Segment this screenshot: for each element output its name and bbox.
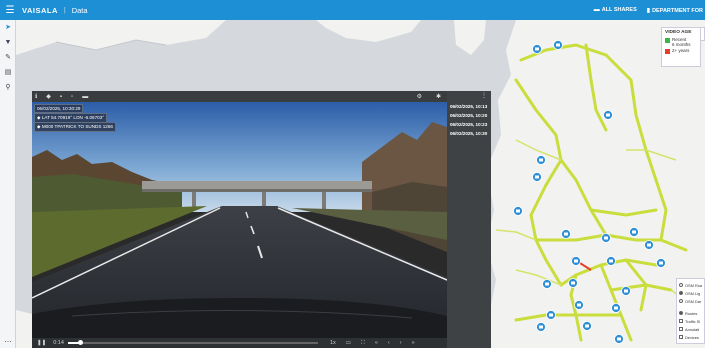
pin-tool-icon[interactable]: ➤ (0, 20, 16, 35)
picture-in-picture-icon[interactable]: ▭ (346, 340, 351, 347)
fast-forward-icon[interactable]: » (412, 340, 415, 347)
checkbox[interactable] (679, 335, 683, 339)
video-toolbar: ℹ ◆ ▪ ▫ ▬ ⚙ ✱ (32, 91, 447, 102)
building-icon: ▮ (646, 7, 651, 14)
pause-icon[interactable]: ❚❚ (37, 340, 46, 346)
folder-icon[interactable]: ▬ (82, 94, 88, 100)
prev-frame-icon[interactable]: ‹ (388, 340, 390, 347)
legend-toggle[interactable] (701, 27, 705, 41)
overlay-option[interactable]: Annotati (679, 325, 702, 333)
fullscreen-icon[interactable]: ⛶ (361, 340, 365, 347)
legend-item: Recent 6 months (665, 37, 697, 47)
pin-icon: ◆ (37, 115, 41, 120)
info-icon[interactable]: ℹ (35, 93, 37, 100)
hamburger-menu-icon[interactable]: ☰ (0, 5, 20, 16)
camera-icon[interactable]: ▫ (71, 94, 73, 100)
title-separator: | (63, 6, 66, 14)
rewind-icon[interactable]: « (375, 340, 378, 347)
progress-knob[interactable] (77, 340, 83, 345)
overlay-option[interactable]: Routes (679, 309, 702, 317)
video-extra: 1266 (102, 124, 113, 129)
more-icon[interactable]: ⋯ (0, 338, 16, 346)
settings-icon[interactable]: ⚙ (417, 93, 422, 100)
wrench-icon[interactable]: ✎ (0, 50, 16, 65)
video-image (32, 102, 447, 338)
layer-option[interactable]: OSM Lig (679, 289, 702, 297)
video-device-id: M000 (41, 124, 54, 129)
folder-icon: ▬ (593, 7, 600, 13)
checkbox[interactable] (679, 319, 683, 323)
layers-panel: OSM Roa OSM Lig OSM Dar Routes Traffic S… (676, 278, 705, 344)
legend-label: 2+ years (672, 48, 690, 53)
radio-button[interactable] (679, 291, 683, 295)
video-lat: LAT 54.70919° (41, 115, 73, 120)
left-toolbar: ➤ ▼ ✎ ▤ ⚲ ⋯ (0, 20, 16, 348)
list-icon[interactable]: ▤ (0, 65, 16, 80)
timestamp-row[interactable]: 06/02/2025, 10:13 (447, 102, 491, 111)
radio-button[interactable] (679, 299, 683, 303)
radio-button[interactable] (679, 283, 683, 287)
all-shares-link[interactable]: ▬ ALL SHARES (594, 7, 637, 13)
video-controls: ❚❚ 0:14 1x ▭ ⛶ « ‹ › » (32, 338, 447, 348)
legend-title: VIDEO AGE (665, 30, 692, 35)
timestamp-list: ⋮ 06/02/2025, 10:13 06/02/2025, 10:20 06… (447, 91, 491, 348)
filter-icon[interactable]: ▼ (0, 35, 16, 50)
gear-icon[interactable]: ✱ (436, 93, 441, 100)
overlay-option[interactable]: Devices (679, 333, 702, 341)
brand-logo: VAISALA (22, 5, 58, 15)
legend-swatch-old (665, 48, 670, 54)
timestamp-list-menu-icon[interactable]: ⋮ (447, 91, 491, 102)
document-icon[interactable]: ▪ (60, 94, 62, 100)
top-links: ▬ ALL SHARES ▮ DEPARTMENT FOR (594, 7, 705, 14)
playback-progress[interactable] (67, 340, 318, 345)
search-icon[interactable]: ⚲ (0, 80, 16, 95)
video-frame[interactable]: 06/02/2025, 10:30:29 ◆ LAT 54.70919° LON… (32, 102, 447, 338)
app-title: Data (71, 5, 88, 15)
checkbox[interactable] (679, 311, 683, 315)
overlay-option[interactable]: Traffic Si (679, 317, 702, 325)
video-route: TPATRICK TO SUNDS (54, 124, 102, 129)
checkbox[interactable] (679, 327, 683, 331)
top-bar: ☰ VAISALA | Data ▬ ALL SHARES ▮ DEPARTMENT… (0, 0, 705, 20)
timestamp-row[interactable]: 06/02/2025, 10:23 (447, 120, 491, 129)
legend-sublabel: 6 months (672, 42, 691, 47)
app-root: ☰ VAISALA | Data ▬ ALL SHARES ▮ DEPARTMENT… (0, 0, 705, 348)
layer-option[interactable]: OSM Dar (679, 297, 702, 305)
timestamp-row[interactable]: 06/02/2025, 10:30 (447, 129, 491, 138)
playback-speed[interactable]: 1x (330, 340, 336, 347)
legend-swatch-recent (665, 37, 670, 43)
timestamp-row[interactable]: 06/02/2025, 10:20 (447, 111, 491, 120)
playback-right-controls: 1x ▭ ⛶ « ‹ › » (330, 340, 415, 347)
video-age-legend: VIDEO AGE Recent 6 months 2+ years (661, 27, 701, 67)
pin-icon[interactable]: ◆ (46, 93, 51, 100)
department-link[interactable]: ▮ DEPARTMENT FOR (647, 7, 703, 14)
route-icon: ◆ (37, 124, 41, 129)
video-datetime: 06/02/2025, 10:30:29 (34, 104, 84, 113)
layer-option[interactable]: OSM Roa (679, 281, 702, 289)
video-lon: LON -6.06703° (73, 115, 105, 120)
playback-time: 0:14 (53, 340, 64, 346)
video-route-info: ◆ M000 TPATRICK TO SUNDS 1266 (34, 122, 116, 132)
next-frame-icon[interactable]: › (400, 340, 402, 347)
video-toolbar-right: ⚙ ✱ (417, 93, 447, 100)
legend-item: 2+ years (665, 48, 697, 54)
video-panel: ℹ ◆ ▪ ▫ ▬ ⚙ ✱ 06/02/2025, 10:30:29 ◆ LAT… (32, 91, 447, 348)
